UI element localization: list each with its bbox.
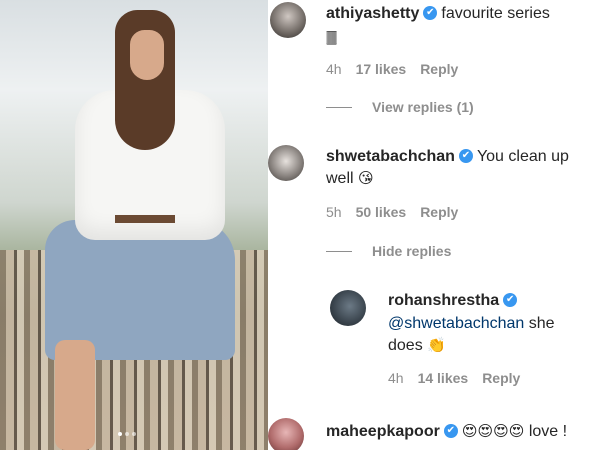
kiss-emoji: 😘: [358, 170, 374, 187]
hide-replies-button[interactable]: Hide replies: [326, 243, 451, 259]
like-count[interactable]: 17 likes: [356, 61, 407, 77]
comment-body: You clean up: [476, 148, 569, 165]
like-count[interactable]: 14 likes: [418, 370, 469, 386]
comment-time: 5h: [326, 204, 342, 220]
reply-button[interactable]: Reply: [420, 204, 458, 220]
verified-badge-icon: ✔: [503, 292, 518, 307]
post-photo[interactable]: [0, 0, 268, 450]
comment-meta: 5h 50 likes Reply: [326, 204, 458, 220]
avatar[interactable]: [330, 290, 366, 326]
reply-text-line3: does 👏: [388, 335, 446, 357]
emoji: 🀫: [326, 29, 338, 45]
username[interactable]: rohanshrestha: [388, 292, 499, 309]
jeans-shape: [45, 220, 235, 360]
view-replies-label: View replies (1): [372, 99, 474, 115]
avatar[interactable]: [268, 418, 304, 450]
carousel-indicator: [118, 432, 136, 436]
thread-dash: [326, 250, 352, 252]
mention-link[interactable]: @shwetabachchan: [388, 315, 524, 332]
verified-badge-icon: ✔: [443, 423, 458, 438]
hide-replies-label: Hide replies: [372, 243, 452, 259]
comment-body: well: [326, 170, 354, 187]
view-replies-button[interactable]: View replies (1): [326, 99, 474, 115]
heart-eyes-emoji: 😍😍😍😍: [461, 423, 525, 440]
comment-text-line2: well 😘: [326, 168, 374, 190]
comment-time: 4h: [326, 61, 342, 77]
carousel-dot: [132, 432, 136, 436]
verified-badge-icon: ✔: [423, 5, 438, 20]
comments-panel: athiyashetty ✔ favourite series 🀫 4h 17 li…: [268, 0, 600, 450]
reply-text-line2: @shwetabachchan she: [388, 313, 555, 335]
comment-text: maheepkapoor ✔ 😍😍😍😍 love !: [326, 421, 567, 443]
like-count[interactable]: 50 likes: [356, 204, 407, 220]
comment-text: athiyashetty ✔ favourite series: [326, 3, 550, 25]
avatar[interactable]: [270, 2, 306, 38]
thread-dash: [326, 106, 352, 108]
comment-text: shwetabachchan ✔ You clean up: [326, 146, 569, 168]
avatar[interactable]: [268, 145, 304, 181]
leg-shape: [55, 340, 95, 450]
face-shape: [130, 30, 164, 80]
comment-body: love !: [528, 423, 568, 440]
reply-button[interactable]: Reply: [420, 61, 458, 77]
username[interactable]: athiyashetty: [326, 5, 419, 22]
person-image: [45, 10, 235, 450]
username[interactable]: maheepkapoor: [326, 423, 440, 440]
reply-body: does: [388, 337, 423, 354]
reply-text: rohanshrestha ✔: [388, 290, 521, 312]
reply-button[interactable]: Reply: [482, 370, 520, 386]
verified-badge-icon: ✔: [458, 148, 473, 163]
comment-body: favourite series: [441, 5, 550, 22]
belt-shape: [115, 215, 175, 223]
reply-meta: 4h 14 likes Reply: [388, 370, 520, 386]
clap-emoji: 👏: [427, 337, 446, 354]
reply-time: 4h: [388, 370, 404, 386]
username[interactable]: shwetabachchan: [326, 148, 455, 165]
carousel-dot: [118, 432, 122, 436]
carousel-dot: [125, 432, 129, 436]
reply-body: she: [528, 315, 555, 332]
comment-meta: 4h 17 likes Reply: [326, 61, 458, 77]
